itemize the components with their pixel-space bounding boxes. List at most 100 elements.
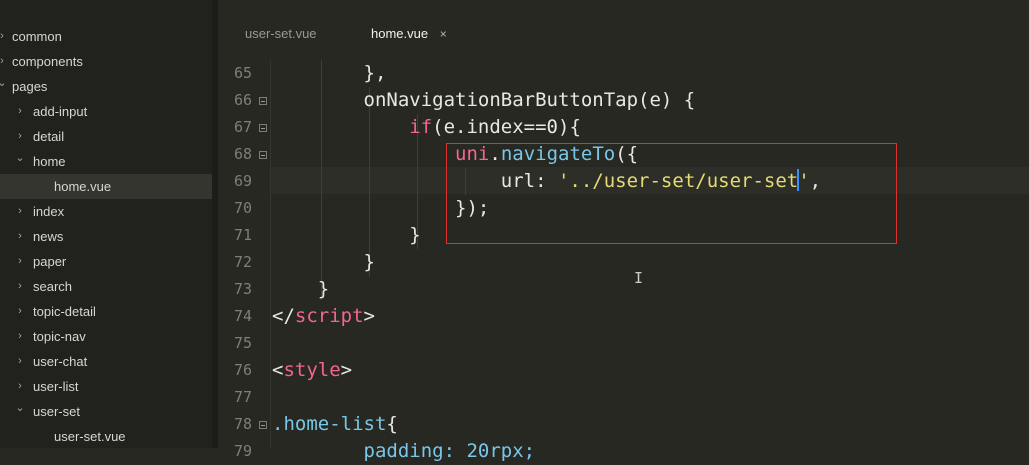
code-text: > <box>363 305 375 327</box>
code-text: } <box>363 251 375 273</box>
close-icon[interactable]: × <box>440 22 447 46</box>
tree-item-label: detail <box>33 129 65 144</box>
tree-item-label: topic-detail <box>33 304 96 319</box>
tree-item-label: common <box>12 29 62 44</box>
chevron-right-icon[interactable]: › <box>15 224 25 249</box>
code-line-71: } <box>272 222 420 249</box>
css-selector: .home-list <box>272 413 387 435</box>
code-text: }, <box>363 62 387 84</box>
tree-item-paper[interactable]: › paper <box>0 249 212 274</box>
code-text: > <box>340 359 353 381</box>
file-explorer-sidebar: › common › components ⌄ pages › add-input › detai… <box>0 0 218 448</box>
annotation-highlight-box <box>446 143 897 244</box>
line-number: 67 <box>233 118 252 136</box>
tree-item-label: components <box>12 54 83 69</box>
fold-toggle-icon[interactable] <box>259 97 267 105</box>
tree-item-label: user-chat <box>33 354 88 369</box>
tree-item-label: paper <box>33 254 67 269</box>
fold-toggle-icon[interactable] <box>259 421 267 429</box>
tree-item-detail[interactable]: › detail <box>0 124 212 149</box>
code-text: < <box>272 359 284 381</box>
tree-item-label: user-set.vue <box>54 429 126 444</box>
line-number: 79 <box>233 442 252 460</box>
tree-item-user-set[interactable]: ⌄ user-set <box>0 399 212 424</box>
tag-name: style <box>283 359 341 381</box>
line-number: 70 <box>233 199 252 217</box>
chevron-right-icon[interactable]: › <box>0 49 7 74</box>
chevron-right-icon[interactable]: › <box>15 199 25 224</box>
tab-user-set-vue[interactable]: user-set.vue <box>245 22 317 46</box>
chevron-right-icon[interactable]: › <box>15 324 25 349</box>
line-number: 76 <box>233 361 252 379</box>
chevron-right-icon[interactable]: › <box>15 124 25 149</box>
tab-label: home.vue <box>371 26 429 41</box>
tag-name: script <box>294 305 364 327</box>
editor-tab-bar: user-set.vue home.vue × <box>218 0 1029 60</box>
code-line-78: .home-list{ <box>272 411 398 438</box>
line-number: 74 <box>233 307 252 325</box>
gutter-separator <box>270 60 271 448</box>
code-line-72: } <box>272 249 375 276</box>
chevron-right-icon[interactable]: › <box>15 249 25 274</box>
code-text: } <box>317 278 330 300</box>
tree-item-label: user-set <box>33 404 80 419</box>
code-line-76: <style> <box>272 357 352 384</box>
tree-item-user-set-vue[interactable]: user-set.vue <box>0 424 212 448</box>
line-number: 68 <box>233 145 252 163</box>
code-line-79: padding: 20rpx; <box>272 438 536 465</box>
tab-label: user-set.vue <box>245 26 317 41</box>
chevron-down-icon[interactable]: ⌄ <box>15 149 25 174</box>
line-number: 78 <box>233 415 252 433</box>
tree-item-home[interactable]: ⌄ home <box>0 149 212 174</box>
tab-home-vue[interactable]: home.vue × <box>371 22 447 46</box>
tree-item-components[interactable]: › components <box>0 49 212 74</box>
code-text: { <box>386 413 398 435</box>
tree-item-label: home <box>33 154 66 169</box>
tree-item-label: home.vue <box>54 179 112 194</box>
code-line-73: } <box>272 276 329 303</box>
code-line-74: </script> <box>272 303 375 330</box>
tree-item-add-input[interactable]: › add-input <box>0 99 212 124</box>
tree-item-news[interactable]: › news <box>0 224 212 249</box>
line-number: 73 <box>233 280 252 298</box>
chevron-down-icon[interactable]: ⌄ <box>0 74 7 99</box>
chevron-right-icon[interactable]: › <box>15 299 25 324</box>
fold-toggle-icon[interactable] <box>259 124 267 132</box>
line-number: 72 <box>233 253 252 271</box>
line-number: 69 <box>233 172 252 190</box>
tree-item-home-vue[interactable]: home.vue <box>0 174 212 199</box>
line-number: 71 <box>233 226 252 244</box>
tree-item-user-list[interactable]: › user-list <box>0 374 212 399</box>
tree-item-user-chat[interactable]: › user-chat <box>0 349 212 374</box>
tree-item-label: add-input <box>33 104 88 119</box>
tree-item-label: user-list <box>33 379 79 394</box>
chevron-right-icon[interactable]: › <box>15 374 25 399</box>
keyword: if <box>409 116 433 138</box>
chevron-right-icon[interactable]: › <box>0 24 7 49</box>
tree-item-pages[interactable]: ⌄ pages <box>0 74 212 99</box>
tree-item-index[interactable]: › index <box>0 199 212 224</box>
line-number: 66 <box>233 91 252 109</box>
tree-item-search[interactable]: › search <box>0 274 212 299</box>
chevron-right-icon[interactable]: › <box>15 274 25 299</box>
tree-item-label: topic-nav <box>33 329 86 344</box>
tree-item-label: search <box>33 279 73 294</box>
file-tree: › common › components ⌄ pages › add-input › detai… <box>0 24 212 448</box>
tree-item-topic-nav[interactable]: › topic-nav <box>0 324 212 349</box>
code-editor[interactable]: 65 66 67 68 69 70 71 72 73 74 75 76 77 78 79 }, onNavi… <box>218 60 1029 462</box>
chevron-right-icon[interactable]: › <box>15 99 25 124</box>
tree-item-common[interactable]: › common <box>0 24 212 49</box>
chevron-down-icon[interactable]: ⌄ <box>15 399 25 424</box>
chevron-right-icon[interactable]: › <box>15 349 25 374</box>
code-text: </ <box>272 305 295 327</box>
mouse-ibeam-icon: I <box>634 269 644 287</box>
tree-item-label: news <box>33 229 64 244</box>
line-number: 77 <box>233 388 252 406</box>
tree-item-label: pages <box>12 79 48 94</box>
tree-item-topic-detail[interactable]: › topic-detail <box>0 299 212 324</box>
fold-toggle-icon[interactable] <box>259 151 267 159</box>
line-number: 65 <box>233 64 252 82</box>
line-number: 75 <box>233 334 252 352</box>
code-text: onNavigationBarButtonTap(e) { <box>363 89 696 111</box>
code-line-65: }, <box>272 60 387 87</box>
